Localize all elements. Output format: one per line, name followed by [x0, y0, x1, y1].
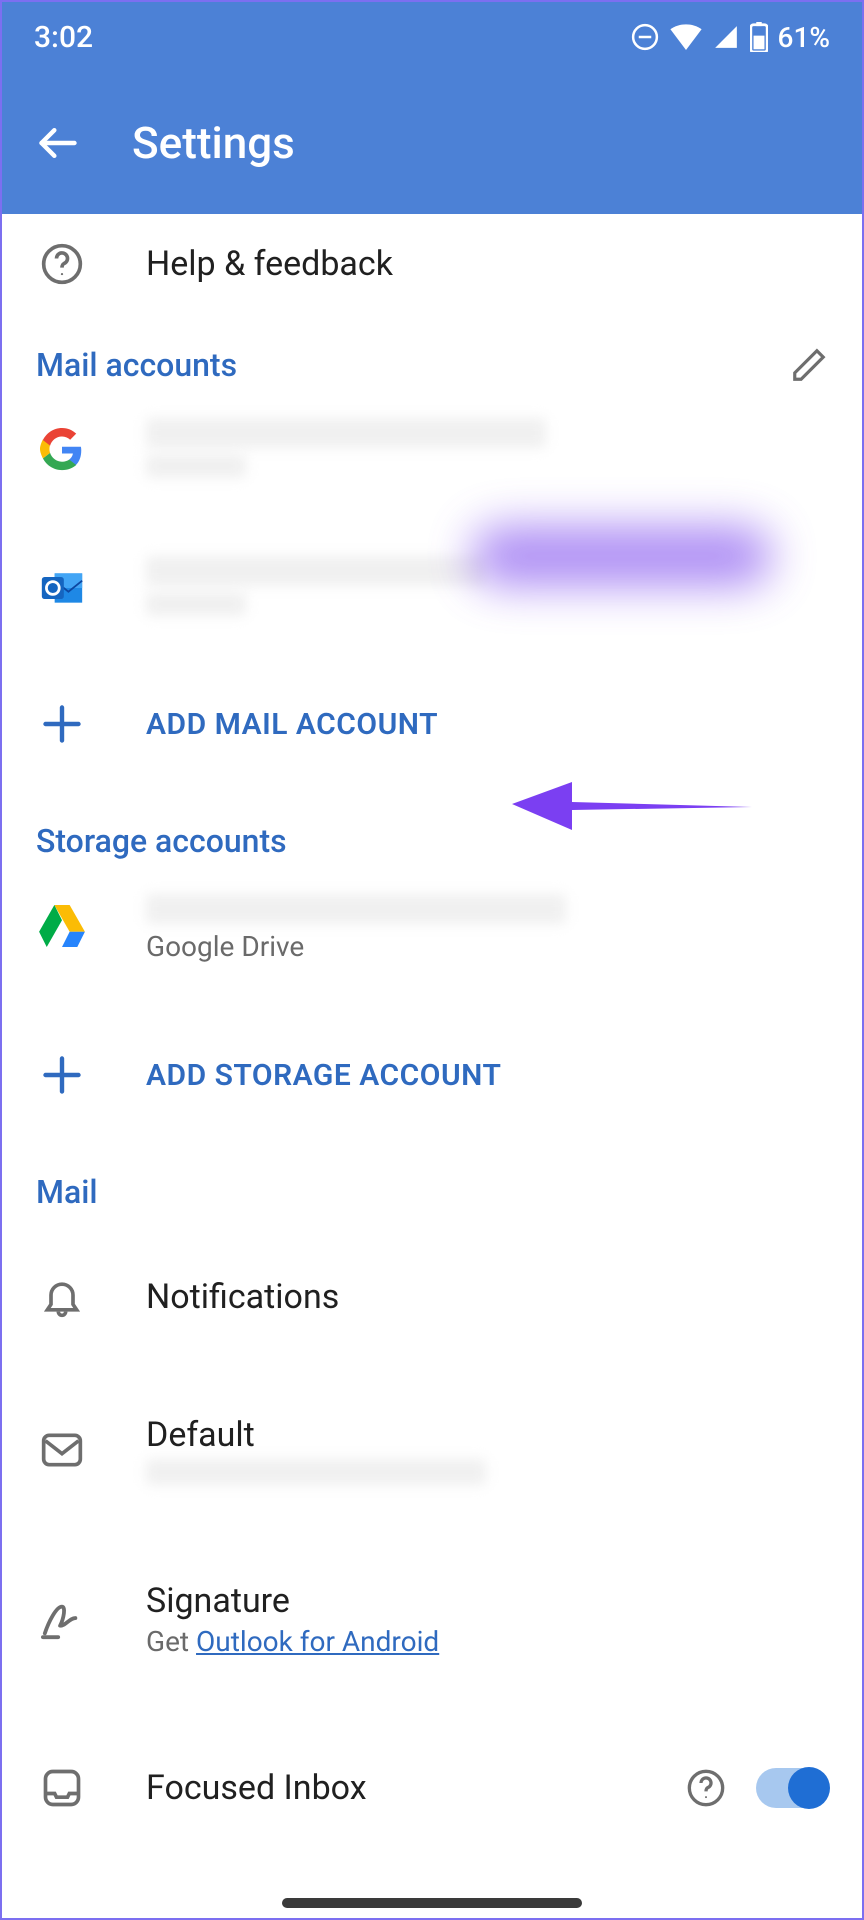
- mail-accounts-label: Mail accounts: [36, 346, 237, 384]
- add-mail-account-button[interactable]: ADD MAIL ACCOUNT: [2, 666, 862, 782]
- outlook-android-link[interactable]: Outlook for Android: [196, 1625, 439, 1658]
- notifications-label: Notifications: [146, 1277, 339, 1317]
- mail-account-google[interactable]: [2, 394, 862, 502]
- page-title: Settings: [132, 117, 295, 169]
- drive-sublabel: Google Drive: [146, 930, 566, 963]
- help-label: Help & feedback: [146, 244, 393, 284]
- notifications-row[interactable]: Notifications: [2, 1245, 862, 1349]
- status-icons: 61%: [630, 21, 830, 54]
- signal-icon: [712, 24, 740, 50]
- mail-section-header: Mail: [2, 1133, 862, 1221]
- plus-icon: [40, 702, 84, 746]
- dnd-icon: [630, 22, 660, 52]
- battery-percent: 61%: [778, 21, 830, 54]
- default-row[interactable]: Default: [2, 1385, 862, 1515]
- outlook-account-text: [146, 556, 486, 616]
- edit-icon[interactable]: [790, 346, 828, 384]
- drive-icon: [39, 905, 85, 947]
- focused-inbox-toggle[interactable]: [756, 1768, 828, 1808]
- inbox-icon: [40, 1766, 84, 1810]
- back-icon[interactable]: [36, 121, 80, 165]
- storage-account-drive[interactable]: Google Drive: [2, 870, 862, 987]
- default-label: Default: [146, 1415, 486, 1455]
- mail-accounts-header: Mail accounts: [2, 314, 862, 394]
- help-feedback-row[interactable]: Help & feedback: [2, 214, 862, 314]
- mail-section-label: Mail: [36, 1173, 98, 1211]
- google-account-text: [146, 418, 546, 478]
- mail-account-outlook[interactable]: [2, 532, 862, 640]
- add-storage-label: ADD STORAGE ACCOUNT: [146, 1058, 501, 1093]
- google-icon: [40, 428, 84, 472]
- mail-icon: [40, 1430, 84, 1470]
- signature-row[interactable]: Signature Get Outlook for Android: [2, 1551, 862, 1688]
- storage-accounts-label: Storage accounts: [36, 822, 287, 860]
- storage-accounts-header: Storage accounts: [2, 782, 862, 870]
- add-storage-account-button[interactable]: ADD STORAGE ACCOUNT: [2, 1017, 862, 1133]
- help-icon[interactable]: [686, 1768, 726, 1808]
- status-time: 3:02: [34, 20, 93, 55]
- wifi-icon: [670, 24, 702, 50]
- plus-icon: [40, 1053, 84, 1097]
- signature-sub: Get Outlook for Android: [146, 1625, 439, 1658]
- battery-icon: [750, 22, 768, 52]
- focused-inbox-row[interactable]: Focused Inbox: [2, 1736, 862, 1840]
- app-bar: Settings: [2, 72, 862, 214]
- bell-icon: [40, 1275, 84, 1319]
- add-mail-label: ADD MAIL ACCOUNT: [146, 707, 438, 742]
- focused-label: Focused Inbox: [146, 1768, 367, 1808]
- outlook-icon: [40, 566, 84, 610]
- home-indicator[interactable]: [282, 1898, 582, 1908]
- help-icon: [40, 242, 84, 286]
- signature-label: Signature: [146, 1581, 439, 1621]
- signature-icon: [39, 1599, 85, 1641]
- status-bar: 3:02 61%: [2, 2, 862, 72]
